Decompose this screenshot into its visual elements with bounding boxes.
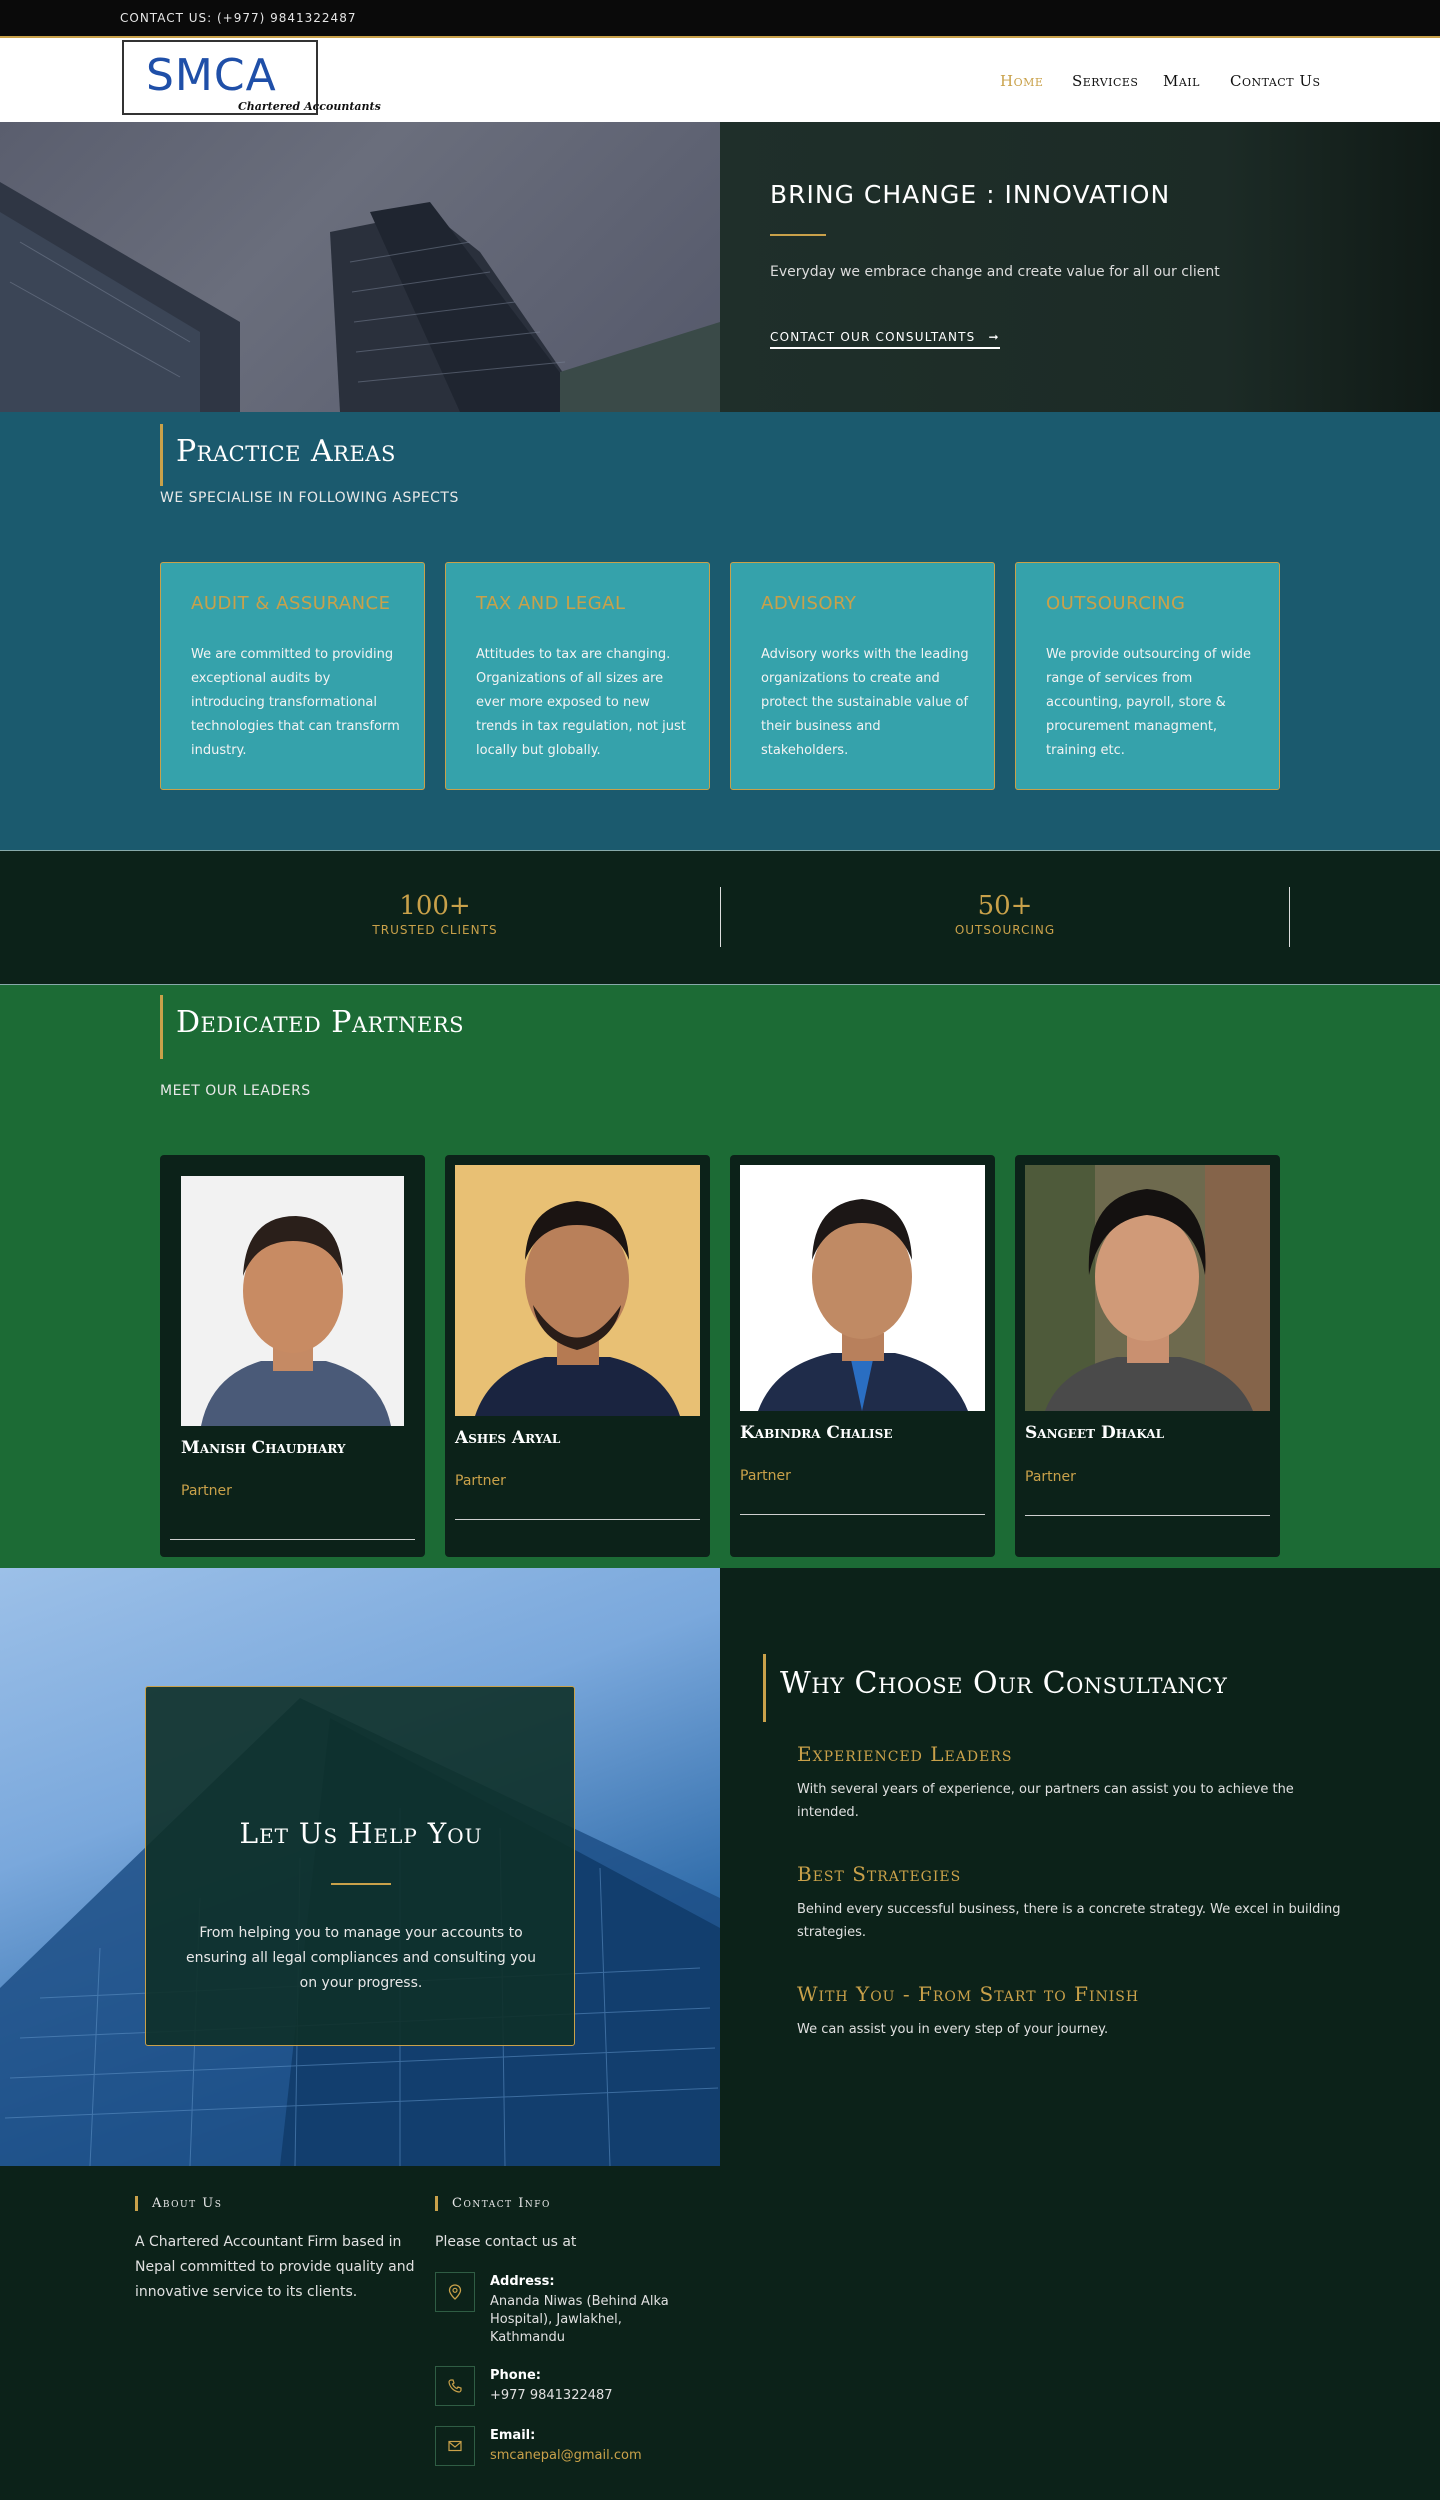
contact-phone-text: CONTACT US: (+977) 9841322487 [120, 11, 357, 25]
stat-label: TRUSTED CLIENTS [372, 923, 498, 937]
address-value: Ananda Niwas (Behind Alka Hospital), Jaw… [490, 2294, 669, 2345]
partner-role: Partner [455, 1473, 506, 1489]
practice-card-audit[interactable]: AUDIT & ASSURANCE We are committed to pr… [160, 562, 425, 790]
partner-photo [455, 1165, 700, 1416]
partner-card[interactable]: Ashes Aryal Partner [445, 1155, 710, 1557]
stats-section: 100+ TRUSTED CLIENTS 50+ OUTSOURCING [0, 850, 1440, 985]
card-description: Attitudes to tax are changing. Organizat… [476, 647, 686, 758]
partner-card[interactable]: Manish Chaudhary Partner [160, 1155, 425, 1557]
why-item-text: We can assist you in every step of your … [797, 2022, 1109, 2037]
card-divider [455, 1519, 700, 1520]
logo-text: SMCA [146, 50, 277, 101]
phone-value[interactable]: +977 9841322487 [490, 2387, 613, 2405]
stat-label: OUTSOURCING [954, 923, 1056, 937]
footer-contact-intro: Please contact us at [435, 2234, 577, 2250]
why-item-heading: Best Strategies [797, 1862, 962, 1886]
footer-about-text: A Chartered Accountant Firm based in Nep… [135, 2234, 415, 2300]
nav-mail[interactable]: Mail [1163, 72, 1200, 90]
stat-number: 100+ [399, 891, 471, 921]
help-divider [331, 1883, 391, 1885]
why-title: Why Choose Our Consultancy [780, 1666, 1228, 1701]
top-bar: CONTACT US: (+977) 9841322487 [0, 0, 1440, 38]
contact-consultants-link[interactable]: CONTACT OUR CONSULTANTS ➞ [770, 330, 1000, 349]
card-divider [170, 1539, 415, 1540]
practice-areas-section: Practice Areas WE SPECIALISE IN FOLLOWIN… [0, 412, 1440, 850]
hero-subtitle: Everyday we embrace change and create va… [770, 264, 1220, 280]
partner-card[interactable]: Sangeet Dhakal Partner [1015, 1155, 1280, 1557]
nav-home[interactable]: Home [1000, 72, 1043, 90]
help-text: From helping you to manage your accounts… [186, 1925, 536, 1991]
section-accent-bar [160, 995, 163, 1059]
logo-subtext: Chartered Accountants [238, 100, 381, 113]
partner-card[interactable]: Kabindra Chalise Partner [730, 1155, 995, 1557]
hero-divider [770, 234, 826, 236]
help-card: Let Us Help You From helping you to mana… [145, 1686, 575, 2046]
card-description: We are committed to providing exceptiona… [191, 647, 400, 758]
card-description: We provide outsourcing of wide range of … [1046, 647, 1252, 758]
phone-icon [435, 2366, 475, 2406]
card-description: Advisory works with the leading organiza… [761, 647, 969, 758]
mail-icon [435, 2426, 475, 2466]
email-link[interactable]: smcanepal@gmail.com [490, 2447, 642, 2465]
card-divider [740, 1514, 985, 1515]
practice-subtitle: WE SPECIALISE IN FOLLOWING ASPECTS [160, 490, 459, 506]
why-item-heading: Experienced Leaders [797, 1742, 1013, 1766]
partner-name: Kabindra Chalise [740, 1423, 893, 1443]
logo[interactable]: SMCA Chartered Accountants [122, 40, 381, 115]
card-title: OUTSOURCING [1046, 593, 1186, 614]
phone-label: Phone: [490, 2368, 541, 2383]
footer-contact-heading: Contact Info [435, 2196, 551, 2211]
arrow-right-icon: ➞ [988, 330, 1000, 344]
partner-photo [181, 1176, 404, 1426]
card-title: TAX AND LEGAL [476, 593, 626, 614]
why-section: Let Us Help You From helping you to mana… [0, 1568, 1440, 2166]
hero-section: BRING CHANGE : INNOVATION Everyday we em… [0, 122, 1440, 412]
partner-photo [740, 1165, 985, 1411]
location-pin-icon [435, 2272, 475, 2312]
footer: About Us A Chartered Accountant Firm bas… [0, 2166, 1440, 2500]
stat-divider [720, 887, 721, 947]
stat-divider [1289, 887, 1290, 947]
partner-name: Sangeet Dhakal [1025, 1423, 1165, 1443]
practice-card-advisory[interactable]: ADVISORY Advisory works with the leading… [730, 562, 995, 790]
hero-building-image [0, 122, 720, 412]
cta-label: CONTACT OUR CONSULTANTS [770, 330, 976, 344]
partner-photo [1025, 1165, 1270, 1411]
section-accent-bar [763, 1654, 766, 1722]
practice-title: Practice Areas [176, 434, 396, 469]
stat-number: 50+ [977, 891, 1033, 921]
partners-subtitle: MEET OUR LEADERS [160, 1083, 311, 1099]
why-item-text: Behind every successful business, there … [797, 1902, 1341, 1940]
partner-name: Ashes Aryal [455, 1428, 561, 1448]
why-item-heading: With You - From Start to Finish [797, 1982, 1140, 2006]
card-title: AUDIT & ASSURANCE [191, 593, 391, 614]
footer-about-heading: About Us [135, 2196, 222, 2211]
navbar: SMCA Chartered Accountants Home Services… [0, 38, 1440, 122]
why-item-text: With several years of experience, our pa… [797, 1782, 1294, 1820]
partner-name: Manish Chaudhary [181, 1438, 346, 1458]
partner-role: Partner [181, 1483, 232, 1499]
nav-services[interactable]: Services [1072, 72, 1138, 90]
nav-contact-us[interactable]: Contact Us [1230, 72, 1321, 90]
section-accent-bar [160, 424, 163, 486]
card-title: ADVISORY [761, 593, 857, 614]
address-label: Address: [490, 2274, 555, 2289]
hero-title: BRING CHANGE : INNOVATION [770, 180, 1171, 209]
practice-card-tax[interactable]: TAX AND LEGAL Attitudes to tax are chang… [445, 562, 710, 790]
partners-section: Dedicated Partners MEET OUR LEADERS Mani… [0, 985, 1440, 1568]
help-title: Let Us Help You [239, 1817, 483, 1850]
partner-role: Partner [740, 1468, 791, 1484]
card-divider [1025, 1515, 1270, 1516]
email-label: Email: [490, 2428, 536, 2443]
practice-card-outsourcing[interactable]: OUTSOURCING We provide outsourcing of wi… [1015, 562, 1280, 790]
partner-role: Partner [1025, 1469, 1076, 1485]
partners-title: Dedicated Partners [176, 1005, 465, 1040]
